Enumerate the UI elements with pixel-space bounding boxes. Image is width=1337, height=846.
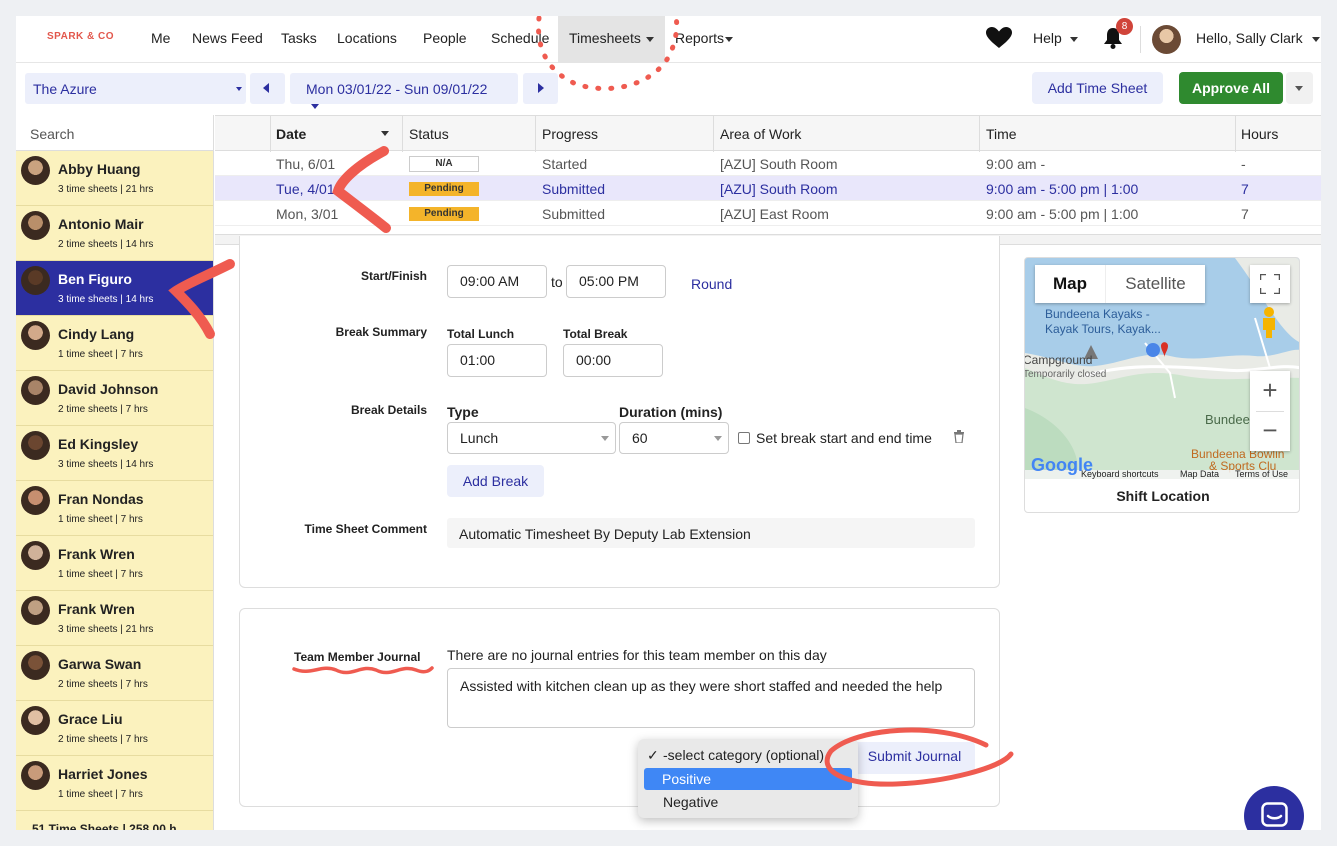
annotation-underline: [292, 666, 434, 675]
tutorial-annotations: [168, 16, 1014, 787]
chat-icon: [1261, 802, 1288, 827]
annotation-dotted-circle: [535, 16, 680, 92]
app-frame: SPARK & CO Me News Feed Tasks Locations …: [16, 16, 1321, 830]
annotation-arrow: [332, 146, 391, 233]
annotation-circle: [824, 727, 1014, 787]
annotation-arrow: [168, 259, 235, 339]
